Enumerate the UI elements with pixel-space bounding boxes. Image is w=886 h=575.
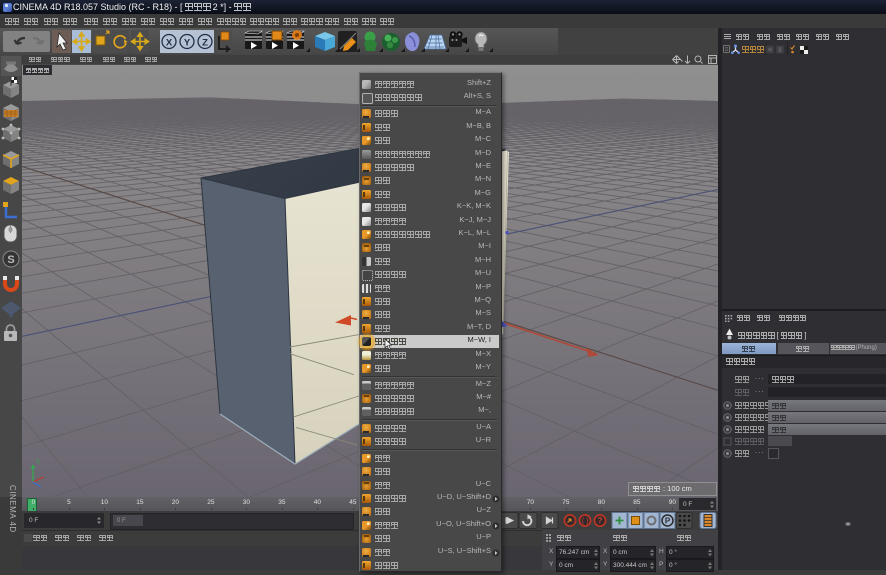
svg-text:P: P	[665, 517, 671, 526]
svg-text:( ): ( )	[582, 518, 589, 525]
svg-text:Z: Z	[202, 38, 208, 49]
svg-text:Y: Y	[184, 38, 191, 49]
svg-text:?: ?	[598, 516, 603, 525]
svg-text:X: X	[166, 38, 173, 49]
svg-text:S: S	[7, 254, 14, 266]
svg-text:Y: Y	[36, 460, 40, 466]
